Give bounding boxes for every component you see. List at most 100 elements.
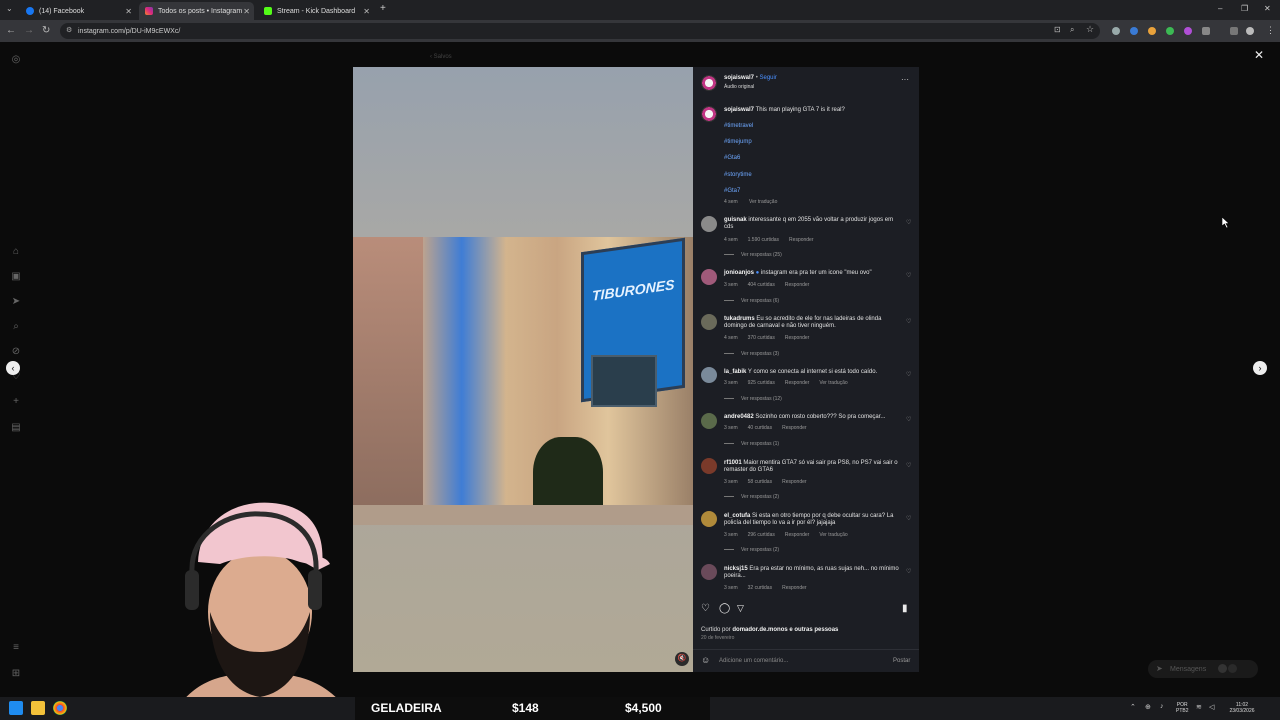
messages-pill[interactable]: ➤ Mensagens bbox=[1148, 660, 1258, 678]
comment-likes[interactable]: 296 curtidas bbox=[748, 532, 775, 538]
input-language[interactable]: POR PTB2 bbox=[1176, 702, 1189, 714]
install-icon[interactable]: ⊡ bbox=[1054, 25, 1061, 34]
minimize-button[interactable]: – bbox=[1218, 4, 1222, 13]
window-close-button[interactable]: ✕ bbox=[1264, 4, 1271, 13]
side-panel-icon[interactable] bbox=[1230, 27, 1238, 35]
also-from-meta-icon[interactable]: ⊞ bbox=[10, 668, 22, 680]
comment-avatar[interactable] bbox=[701, 413, 717, 429]
extension-shield-icon[interactable] bbox=[1112, 27, 1120, 35]
reply-button[interactable]: Responder bbox=[782, 585, 806, 591]
comment-avatar[interactable] bbox=[701, 564, 717, 580]
view-replies-button[interactable]: Ver respostas (2) bbox=[724, 494, 779, 500]
search-icon[interactable]: ⌕ bbox=[10, 321, 22, 333]
extensions-puzzle-icon[interactable] bbox=[1202, 27, 1210, 35]
tab-close-icon[interactable]: ✕ bbox=[125, 7, 132, 16]
hashtag[interactable]: #storytime bbox=[724, 172, 752, 178]
author-avatar[interactable] bbox=[701, 75, 717, 91]
comment-username[interactable]: jonioanjos bbox=[724, 270, 754, 276]
reply-button[interactable]: Responder bbox=[785, 282, 809, 288]
like-comment-icon[interactable]: ♡ bbox=[906, 371, 911, 378]
reply-button[interactable]: Responder bbox=[785, 380, 809, 386]
caption-username[interactable]: sojaiswal7 bbox=[724, 107, 754, 113]
comment-avatar[interactable] bbox=[701, 269, 717, 285]
comment-avatar[interactable] bbox=[701, 511, 717, 527]
previous-post-button[interactable]: ‹ bbox=[6, 361, 20, 375]
post-video[interactable]: TIBURONES 🔇 bbox=[353, 67, 693, 672]
extension-icon[interactable] bbox=[1166, 27, 1174, 35]
comment-likes[interactable]: 32 curtidas bbox=[748, 585, 772, 591]
tab-facebook[interactable]: (14) Facebook ✕ bbox=[20, 2, 136, 20]
audio-label[interactable]: Áudio original bbox=[724, 84, 754, 90]
translate-link[interactable]: Ver tradução bbox=[819, 532, 847, 538]
like-comment-icon[interactable]: ♡ bbox=[906, 416, 911, 423]
profile-avatar[interactable] bbox=[1246, 27, 1254, 35]
comment-likes[interactable]: 58 curtidas bbox=[748, 479, 772, 485]
like-comment-icon[interactable]: ♡ bbox=[906, 462, 911, 469]
comment-username[interactable]: andre0482 bbox=[724, 414, 754, 420]
microphone-icon[interactable]: ♪ bbox=[1160, 703, 1164, 710]
mute-icon[interactable]: 🔇 bbox=[675, 652, 689, 666]
comment-username[interactable]: el_cotufa bbox=[724, 513, 750, 519]
dashboard-icon[interactable]: ▤ bbox=[10, 422, 22, 434]
extension-icon[interactable] bbox=[1148, 27, 1156, 35]
breadcrumb[interactable]: ‹ Salvos bbox=[430, 54, 452, 60]
create-icon[interactable]: + bbox=[10, 396, 22, 408]
tab-instagram[interactable]: Todos os posts • Instagram ✕ bbox=[139, 2, 254, 20]
like-comment-icon[interactable]: ♡ bbox=[906, 568, 911, 575]
more-menu-icon[interactable]: ≡ bbox=[10, 642, 22, 654]
windows-start-icon[interactable] bbox=[9, 701, 23, 715]
comment-likes[interactable]: 40 curtidas bbox=[748, 425, 772, 431]
hashtag[interactable]: #Gta7 bbox=[724, 188, 740, 194]
site-info-icon[interactable]: ⚙ bbox=[66, 26, 72, 34]
extension-icon[interactable] bbox=[1130, 27, 1138, 35]
forward-button[interactable]: → bbox=[24, 24, 34, 38]
like-comment-icon[interactable]: ♡ bbox=[906, 515, 911, 522]
wifi-icon[interactable]: ≋ bbox=[1196, 703, 1202, 711]
network-icon[interactable]: ⊕ bbox=[1145, 703, 1151, 711]
bookmark-star-icon[interactable]: ☆ bbox=[1086, 24, 1094, 35]
comment-avatar[interactable] bbox=[701, 216, 717, 232]
tab-kick[interactable]: Stream - Kick Dashboard ✕ bbox=[258, 2, 374, 20]
browser-menu-icon[interactable]: ⋮ bbox=[1266, 25, 1275, 36]
hashtag[interactable]: #Gta6 bbox=[724, 155, 740, 161]
new-tab-button[interactable]: + bbox=[380, 3, 386, 14]
view-replies-button[interactable]: Ver respostas (12) bbox=[724, 396, 782, 402]
more-options-icon[interactable]: ··· bbox=[901, 75, 909, 84]
file-explorer-icon[interactable] bbox=[31, 701, 45, 715]
comment-input[interactable]: Adicione um comentário... bbox=[719, 658, 788, 664]
instagram-logo-icon[interactable]: ◎ bbox=[10, 54, 22, 66]
tab-search-icon[interactable]: ⌄ bbox=[6, 4, 13, 13]
comment-username[interactable]: tukadrums bbox=[724, 316, 755, 322]
messages-icon[interactable]: ➤ bbox=[10, 296, 22, 308]
liked-by-others[interactable]: e outras pessoas bbox=[789, 627, 838, 633]
emoji-icon[interactable]: ☺ bbox=[701, 655, 710, 665]
comment-likes[interactable]: 404 curtidas bbox=[748, 282, 775, 288]
liked-by-user[interactable]: domador.de.monos bbox=[732, 627, 787, 633]
caption-avatar[interactable] bbox=[701, 106, 717, 122]
volume-icon[interactable]: ◁ bbox=[1209, 703, 1214, 711]
comment-username[interactable]: rf1001 bbox=[724, 460, 742, 466]
view-replies-button[interactable]: Ver respostas (1) bbox=[724, 441, 779, 447]
share-send-icon[interactable]: ▽ bbox=[737, 603, 744, 614]
reply-button[interactable]: Responder bbox=[782, 425, 806, 431]
reload-button[interactable]: ↻ bbox=[42, 24, 50, 38]
zoom-icon[interactable]: ⌕ bbox=[1070, 25, 1074, 35]
comment-likes[interactable]: 925 curtidas bbox=[748, 380, 775, 386]
comment-likes[interactable]: 370 curtidas bbox=[748, 335, 775, 341]
tab-close-icon[interactable]: ✕ bbox=[363, 7, 370, 16]
comment-avatar[interactable] bbox=[701, 314, 717, 330]
comment-username[interactable]: la_fabik bbox=[724, 369, 746, 375]
reply-button[interactable]: Responder bbox=[789, 237, 813, 243]
maximize-button[interactable]: ❐ bbox=[1241, 4, 1248, 13]
reply-button[interactable]: Responder bbox=[785, 335, 809, 341]
like-comment-icon[interactable]: ♡ bbox=[906, 272, 911, 279]
comment-likes[interactable]: 1.590 curtidas bbox=[748, 237, 779, 243]
reply-button[interactable]: Responder bbox=[782, 479, 806, 485]
comment-avatar[interactable] bbox=[701, 458, 717, 474]
reels-icon[interactable]: ▣ bbox=[10, 271, 22, 283]
home-icon[interactable]: ⌂ bbox=[10, 246, 22, 258]
extension-icon[interactable] bbox=[1184, 27, 1192, 35]
like-heart-icon[interactable]: ♡ bbox=[701, 603, 710, 614]
like-comment-icon[interactable]: ♡ bbox=[906, 318, 911, 325]
comment-username[interactable]: nicksj15 bbox=[724, 566, 748, 572]
